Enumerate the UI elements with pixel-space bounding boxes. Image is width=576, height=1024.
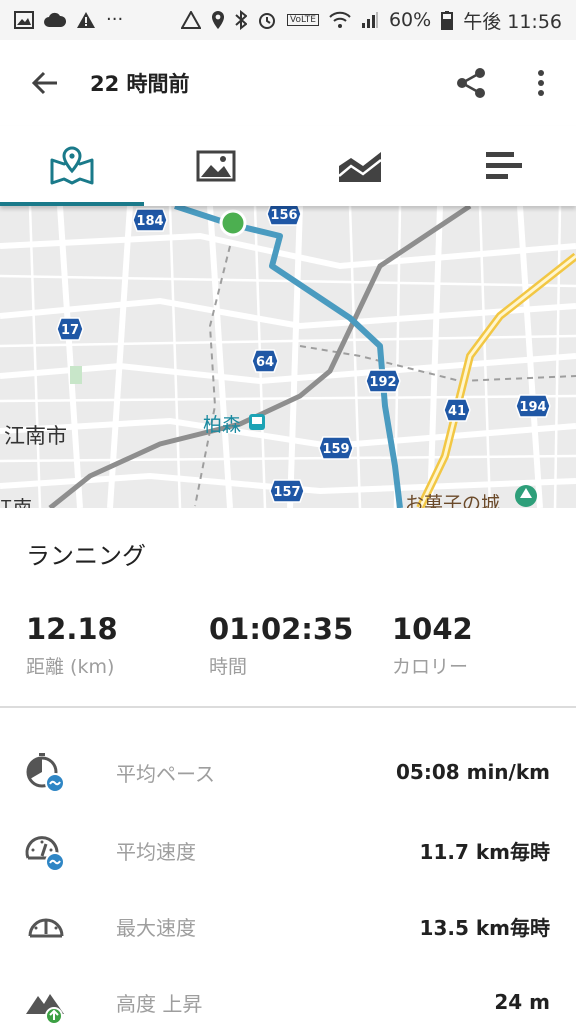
- metric-value-max-speed: 13.5 km毎時: [419, 915, 550, 940]
- volte-icon: VoLTE: [287, 14, 319, 26]
- road-shield-label: 41: [448, 404, 466, 419]
- share-button[interactable]: [436, 40, 506, 126]
- metric-label-avg-speed: 平均速度: [116, 839, 196, 864]
- more-vert-icon: [538, 70, 544, 96]
- metric-value-avg-pace: 05:08 min/km: [395, 760, 550, 784]
- metric-value-elevation-gain: 24 m: [494, 990, 550, 1014]
- calories-value: 1042: [392, 612, 473, 646]
- bar-list-icon: [486, 152, 522, 179]
- cloud-icon: [44, 12, 66, 27]
- elevation-gain-icon: [26, 994, 64, 1024]
- warning-icon: [77, 12, 95, 28]
- arrow-back-icon: [31, 71, 57, 95]
- metric-value-avg-speed: 11.7 km毎時: [419, 839, 550, 864]
- bluetooth-icon: [235, 10, 248, 30]
- sync-warning-icon: [181, 11, 202, 29]
- stat-duration: 01:02:35 時間: [209, 612, 353, 679]
- calories-label: カロリー: [392, 656, 469, 678]
- tab-laps[interactable]: [432, 126, 576, 206]
- back-button[interactable]: [0, 40, 90, 126]
- road-shield-159: 159: [318, 436, 354, 460]
- stat-distance: 12.18 距離 (km): [26, 612, 118, 679]
- metric-row-avg-pace: 平均ペース 05:08 min/km: [0, 742, 576, 802]
- map-label-okashi: お菓子の城: [405, 493, 500, 508]
- divider: [0, 706, 576, 708]
- duration-value: 01:02:35: [209, 612, 354, 646]
- metric-row-max-speed: 最大速度 13.5 km毎時: [0, 896, 576, 956]
- road-shield-184: 184: [132, 208, 168, 232]
- metric-label-avg-pace: 平均ペース: [116, 761, 215, 786]
- battery-percent: 60%: [388, 9, 432, 31]
- tab-photos[interactable]: [144, 126, 288, 206]
- more-notifications-icon: ···: [106, 9, 124, 30]
- tab-bar: [0, 126, 576, 206]
- road-shield-label: 184: [136, 214, 163, 229]
- status-left-icons: ···: [14, 11, 123, 29]
- map-pin-book-icon: [50, 146, 94, 185]
- road-shield-label: 64: [256, 355, 274, 370]
- signal-icon: [361, 12, 378, 28]
- activity-type: ランニング: [26, 542, 146, 570]
- more-options-button[interactable]: [506, 40, 576, 126]
- duration-label: 時間: [209, 656, 248, 678]
- highway-41: [416, 252, 576, 508]
- location-icon: [212, 11, 225, 29]
- road-shield-label: 194: [519, 400, 546, 415]
- road-shield-17: 17: [56, 317, 84, 341]
- map-label-partial: 江南: [0, 497, 32, 508]
- tab-charts[interactable]: [288, 126, 432, 206]
- metric-row-elevation-gain: 高度 上昇 24 m: [0, 972, 576, 1024]
- pace-icon: [26, 753, 65, 793]
- map-label-konan: 江南市: [4, 424, 67, 448]
- max-speed-icon: [28, 918, 64, 938]
- metric-label-max-speed: 最大速度: [116, 915, 196, 940]
- area-chart-icon: [338, 152, 382, 182]
- road-shield-192: 192: [365, 369, 401, 393]
- road-shield-64: 64: [251, 349, 279, 373]
- map-label-kashiwamori: 柏森: [203, 414, 241, 436]
- road-shield-156: 156: [266, 206, 302, 226]
- metric-row-avg-speed: 平均速度 11.7 km毎時: [0, 820, 576, 880]
- status-right-icons: VoLTE 60% 午後 11:56: [181, 7, 562, 34]
- battery-icon: [441, 11, 454, 30]
- map-canvas: 184 156 17 64 192 41 194 159 157 江南市 柏森 お菓子の城 江南: [0, 206, 576, 508]
- road-shield-157: 157: [269, 479, 305, 503]
- clock: 午後 11:56: [463, 10, 562, 33]
- status-bar: ··· VoLTE 60% 午後 11:56: [0, 0, 576, 40]
- road-shield-194: 194: [515, 394, 551, 418]
- distance-value: 12.18: [26, 612, 118, 646]
- distance-label: 距離 (km): [26, 656, 115, 678]
- road-shield-label: 159: [322, 442, 349, 457]
- road-shield-label: 157: [273, 485, 300, 500]
- road-shield-label: 192: [369, 375, 396, 390]
- road-shield-label: 156: [270, 208, 297, 223]
- app-bar: 22 時間前: [0, 40, 576, 126]
- road-shield-41: 41: [443, 398, 471, 422]
- page-title: 22 時間前: [90, 72, 190, 96]
- alarm-icon: [259, 13, 276, 29]
- stat-calories: 1042 カロリー: [392, 612, 473, 679]
- tab-map[interactable]: [0, 126, 144, 206]
- avg-speed-icon: [25, 836, 65, 872]
- photo-icon: [196, 150, 236, 182]
- wifi-icon: [329, 11, 351, 28]
- image-notification-icon: [14, 11, 34, 29]
- route-map[interactable]: 184 156 17 64 192 41 194 159 157 江南市 柏森 お菓子の城 江南: [0, 206, 576, 508]
- share-icon: [457, 68, 485, 98]
- start-marker[interactable]: [219, 209, 247, 237]
- summary-stats: 12.18 距離 (km) 01:02:35 時間 1042 カロリー: [0, 612, 576, 692]
- metric-label-elevation-gain: 高度 上昇: [116, 991, 203, 1016]
- road-shield-label: 17: [61, 323, 79, 338]
